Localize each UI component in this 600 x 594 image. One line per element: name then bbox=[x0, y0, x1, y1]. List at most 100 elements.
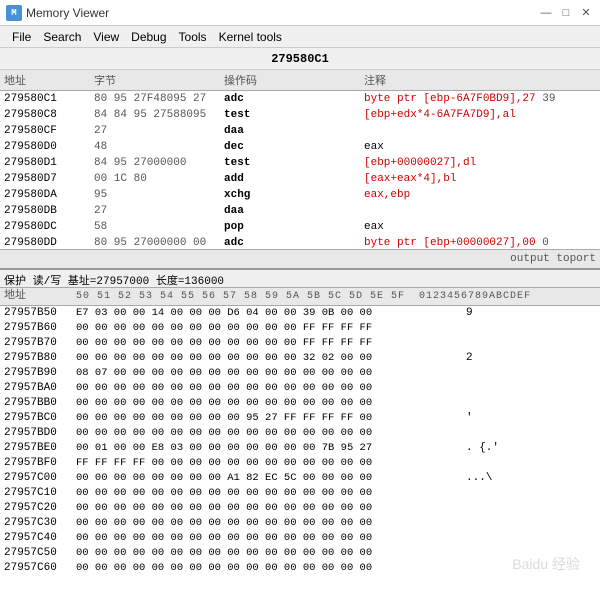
asm-mnemonic: adc bbox=[224, 91, 364, 107]
disassembly-panel: 地址 字节 操作码 注释 279580C1 80 95 27F48095 27 … bbox=[0, 70, 600, 270]
hex-row[interactable]: 27957C60 00 00 00 00 00 00 00 00 00 00 0… bbox=[0, 561, 600, 576]
hex-row-addr: 27957B70 bbox=[4, 336, 76, 351]
hex-row-bytes: 00 00 00 00 00 00 00 00 00 00 00 00 32 0… bbox=[76, 351, 466, 366]
hex-row-addr: 27957B60 bbox=[4, 321, 76, 336]
header-comment: 注释 bbox=[364, 71, 596, 89]
hex-row[interactable]: 27957BE0 00 01 00 00 E8 03 00 00 00 00 0… bbox=[0, 441, 600, 456]
asm-bytes: 58 bbox=[94, 219, 224, 235]
hex-row-bytes: 00 00 00 00 00 00 00 00 00 95 27 FF FF F… bbox=[76, 411, 466, 426]
asm-row[interactable]: 279580DA 95 xchg eax,ebp bbox=[0, 187, 600, 203]
asm-mnemonic: adc bbox=[224, 235, 364, 249]
menu-search[interactable]: Search bbox=[37, 28, 87, 46]
hex-row-addr: 27957BD0 bbox=[4, 426, 76, 441]
asm-row[interactable]: 279580CF 27 daa bbox=[0, 123, 600, 139]
asm-addr: 279580DC bbox=[4, 219, 94, 235]
hex-row[interactable]: 27957C50 00 00 00 00 00 00 00 00 00 00 0… bbox=[0, 546, 600, 561]
hex-row-bytes: 00 00 00 00 00 00 00 00 00 00 00 00 00 0… bbox=[76, 546, 466, 561]
asm-addr: 279580DB bbox=[4, 203, 94, 219]
hex-rows[interactable]: 27957B50 E7 03 00 00 14 00 00 00 D6 04 0… bbox=[0, 306, 600, 594]
asm-addr: 279580C1 bbox=[4, 91, 94, 107]
hex-panel-info: 保护 读/写 基址=27957000 长度=136000 bbox=[0, 270, 600, 288]
hex-row[interactable]: 27957C00 00 00 00 00 00 00 00 00 A1 82 E… bbox=[0, 471, 600, 486]
status-bar: output toport bbox=[0, 249, 600, 269]
hex-row[interactable]: 27957B80 00 00 00 00 00 00 00 00 00 00 0… bbox=[0, 351, 600, 366]
hex-row[interactable]: 27957C40 00 00 00 00 00 00 00 00 00 00 0… bbox=[0, 531, 600, 546]
hex-row-bytes: 00 00 00 00 00 00 00 00 00 00 00 00 00 0… bbox=[76, 396, 466, 411]
maximize-button[interactable]: □ bbox=[558, 5, 574, 21]
hex-row-ascii: 2 bbox=[466, 351, 596, 366]
hex-row-ascii: ...\ bbox=[466, 471, 596, 486]
hex-row-bytes: 00 00 00 00 00 00 00 00 00 00 00 00 00 0… bbox=[76, 561, 466, 576]
hex-cols-header: 50 51 52 53 54 55 56 57 58 59 5A 5B 5C 5… bbox=[76, 289, 596, 304]
hex-row[interactable]: 27957BA0 00 00 00 00 00 00 00 00 00 00 0… bbox=[0, 381, 600, 396]
hex-row-addr: 27957B50 bbox=[4, 306, 76, 321]
hex-row[interactable]: 27957C30 00 00 00 00 00 00 00 00 00 00 0… bbox=[0, 516, 600, 531]
hex-row[interactable]: 27957BB0 00 00 00 00 00 00 00 00 00 00 0… bbox=[0, 396, 600, 411]
asm-bytes: 84 84 95 27588095 bbox=[94, 107, 224, 123]
hex-row[interactable]: 27957B70 00 00 00 00 00 00 00 00 00 00 0… bbox=[0, 336, 600, 351]
asm-mnemonic: pop bbox=[224, 219, 364, 235]
asm-operands: byte ptr [ebp+00000027],00 0 bbox=[364, 235, 596, 249]
hex-row[interactable]: 27957C10 00 00 00 00 00 00 00 00 00 00 0… bbox=[0, 486, 600, 501]
hex-dump-panel: 保护 读/写 基址=27957000 长度=136000 地址 50 51 52… bbox=[0, 270, 600, 594]
hex-row-ascii: . {.' bbox=[466, 441, 596, 456]
asm-row[interactable]: 279580D0 48 dec eax bbox=[0, 139, 600, 155]
hex-row-bytes: 00 00 00 00 00 00 00 00 00 00 00 00 00 0… bbox=[76, 426, 466, 441]
hex-row-addr: 27957BF0 bbox=[4, 456, 76, 471]
hex-row[interactable]: 27957BF0 FF FF FF FF 00 00 00 00 00 00 0… bbox=[0, 456, 600, 471]
hex-row-bytes: 00 00 00 00 00 00 00 00 00 00 00 00 00 0… bbox=[76, 516, 466, 531]
asm-addr: 279580C8 bbox=[4, 107, 94, 123]
hex-row-bytes: 00 00 00 00 00 00 00 00 A1 82 EC 5C 00 0… bbox=[76, 471, 466, 486]
status-text: output toport bbox=[510, 253, 596, 265]
hex-row-addr: 27957BB0 bbox=[4, 396, 76, 411]
hex-row[interactable]: 27957B90 08 07 00 00 00 00 00 00 00 00 0… bbox=[0, 366, 600, 381]
hex-row[interactable]: 27957BC0 00 00 00 00 00 00 00 00 00 95 2… bbox=[0, 411, 600, 426]
asm-addr: 279580DD bbox=[4, 235, 94, 249]
asm-addr: 279580CF bbox=[4, 123, 94, 139]
asm-bytes: 80 95 27000000 00 bbox=[94, 235, 224, 249]
menu-debug[interactable]: Debug bbox=[125, 28, 172, 46]
asm-row[interactable]: 279580DD 80 95 27000000 00 adc byte ptr … bbox=[0, 235, 600, 249]
hex-row-addr: 27957B80 bbox=[4, 351, 76, 366]
menu-file[interactable]: File bbox=[6, 28, 37, 46]
nav-bar: 279580C1 bbox=[0, 48, 600, 70]
menu-kernel-tools[interactable]: Kernel tools bbox=[213, 28, 288, 46]
asm-row[interactable]: 279580DC 58 pop eax bbox=[0, 219, 600, 235]
hex-row-bytes: FF FF FF FF 00 00 00 00 00 00 00 00 00 0… bbox=[76, 456, 466, 471]
close-button[interactable]: ✕ bbox=[578, 5, 594, 21]
header-bytes: 字节 bbox=[94, 71, 224, 89]
hex-row-addr: 27957C50 bbox=[4, 546, 76, 561]
hex-row-addr: 27957C10 bbox=[4, 486, 76, 501]
hex-row[interactable]: 27957C20 00 00 00 00 00 00 00 00 00 00 0… bbox=[0, 501, 600, 516]
hex-row-addr: 27957C60 bbox=[4, 561, 76, 576]
hex-row-bytes: E7 03 00 00 14 00 00 00 D6 04 00 00 39 0… bbox=[76, 306, 466, 321]
hex-row-bytes: 00 00 00 00 00 00 00 00 00 00 00 00 FF F… bbox=[76, 336, 466, 351]
asm-row[interactable]: 279580D7 00 1C 80 add [eax+eax*4],bl bbox=[0, 171, 600, 187]
hex-row-addr: 27957B90 bbox=[4, 366, 76, 381]
header-addr: 地址 bbox=[4, 71, 94, 89]
hex-row[interactable]: 27957B50 E7 03 00 00 14 00 00 00 D6 04 0… bbox=[0, 306, 600, 321]
asm-operands: [eax+eax*4],bl bbox=[364, 171, 596, 187]
disassembly-rows[interactable]: 279580C1 80 95 27F48095 27 adc byte ptr … bbox=[0, 91, 600, 249]
asm-mnemonic: dec bbox=[224, 139, 364, 155]
menu-view[interactable]: View bbox=[87, 28, 125, 46]
window-title: Memory Viewer bbox=[26, 6, 538, 20]
menu-bar: File Search View Debug Tools Kernel tool… bbox=[0, 26, 600, 48]
minimize-button[interactable]: — bbox=[538, 5, 554, 21]
window-controls: — □ ✕ bbox=[538, 5, 594, 21]
hex-row[interactable]: 27957B60 00 00 00 00 00 00 00 00 00 00 0… bbox=[0, 321, 600, 336]
menu-tools[interactable]: Tools bbox=[173, 28, 213, 46]
asm-bytes: 95 bbox=[94, 187, 224, 203]
hex-row-addr: 27957BC0 bbox=[4, 411, 76, 426]
hex-row-bytes: 00 00 00 00 00 00 00 00 00 00 00 00 00 0… bbox=[76, 486, 466, 501]
asm-row[interactable]: 279580C1 80 95 27F48095 27 adc byte ptr … bbox=[0, 91, 600, 107]
hex-row[interactable]: 27957BD0 00 00 00 00 00 00 00 00 00 00 0… bbox=[0, 426, 600, 441]
asm-row[interactable]: 279580D1 84 95 27000000 test [ebp+000000… bbox=[0, 155, 600, 171]
asm-operands: [ebp+00000027],dl bbox=[364, 155, 596, 171]
asm-addr: 279580DA bbox=[4, 187, 94, 203]
asm-row[interactable]: 279580C8 84 84 95 27588095 test [ebp+edx… bbox=[0, 107, 600, 123]
asm-mnemonic: test bbox=[224, 155, 364, 171]
asm-mnemonic: daa bbox=[224, 123, 364, 139]
asm-row[interactable]: 279580DB 27 daa bbox=[0, 203, 600, 219]
hex-row-bytes: 00 00 00 00 00 00 00 00 00 00 00 00 00 0… bbox=[76, 501, 466, 516]
